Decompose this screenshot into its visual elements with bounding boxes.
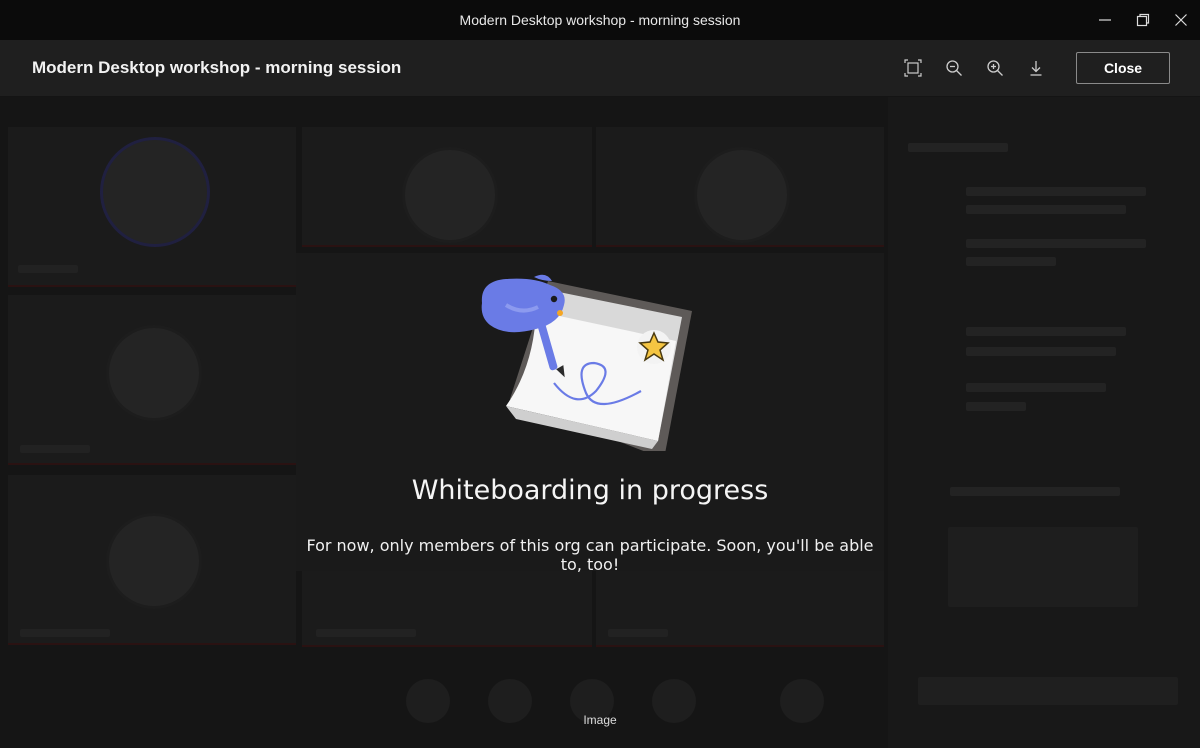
participant-name-placeholder bbox=[20, 445, 90, 453]
restore-icon bbox=[1136, 13, 1150, 27]
avatar bbox=[106, 325, 202, 421]
download-button[interactable] bbox=[1025, 57, 1047, 79]
participant-tile bbox=[8, 475, 296, 645]
dialog-message: For now, only members of this org can pa… bbox=[306, 536, 874, 574]
participant-name-placeholder bbox=[20, 629, 110, 637]
minimize-icon bbox=[1099, 19, 1111, 21]
chat-line bbox=[966, 347, 1116, 356]
zoom-out-icon bbox=[946, 60, 962, 76]
window-titlebar: Modern Desktop workshop - morning sessio… bbox=[0, 0, 1200, 40]
participant-tile bbox=[8, 295, 296, 465]
participant-tile bbox=[302, 127, 592, 247]
participant-tile bbox=[596, 127, 884, 247]
participant-tile bbox=[302, 567, 592, 647]
participant-tile bbox=[596, 567, 884, 647]
chat-line bbox=[966, 383, 1106, 392]
panel-heading-placeholder bbox=[908, 143, 1008, 152]
chat-line bbox=[966, 402, 1026, 411]
restore-button[interactable] bbox=[1124, 0, 1162, 40]
zoom-in-button[interactable] bbox=[984, 57, 1006, 79]
chat-line bbox=[966, 187, 1146, 196]
close-button[interactable]: Close bbox=[1076, 52, 1170, 84]
avatar bbox=[106, 513, 202, 609]
download-icon bbox=[1030, 61, 1042, 76]
chat-image-placeholder bbox=[948, 527, 1138, 607]
chat-line bbox=[966, 239, 1146, 248]
window-close-button[interactable] bbox=[1162, 0, 1200, 40]
chat-line bbox=[966, 327, 1126, 336]
fit-to-frame-button[interactable] bbox=[902, 57, 924, 79]
zoom-out-button[interactable] bbox=[943, 57, 965, 79]
window-title: Modern Desktop workshop - morning sessio… bbox=[459, 12, 741, 28]
whiteboard-bird-illustration bbox=[481, 274, 692, 451]
meeting-chat-panel bbox=[888, 97, 1200, 748]
whiteboard-notice-card: Whiteboarding in progress For now, only … bbox=[296, 253, 884, 574]
fit-to-frame-icon bbox=[904, 59, 922, 77]
avatar bbox=[694, 147, 790, 243]
participant-name-placeholder bbox=[608, 629, 668, 637]
chat-line bbox=[966, 205, 1126, 214]
avatar bbox=[402, 147, 498, 243]
compose-box-placeholder bbox=[918, 677, 1178, 705]
avatar bbox=[100, 137, 210, 247]
window-controls bbox=[1086, 0, 1200, 40]
chat-line bbox=[966, 257, 1056, 266]
chat-line bbox=[950, 487, 1120, 496]
viewer-header: Modern Desktop workshop - morning sessio… bbox=[0, 40, 1200, 97]
zoom-in-icon bbox=[987, 60, 1003, 76]
viewer-title: Modern Desktop workshop - morning sessio… bbox=[32, 58, 402, 77]
minimize-button[interactable] bbox=[1086, 0, 1124, 40]
participant-tile bbox=[8, 127, 296, 287]
dialog-headline: Whiteboarding in progress bbox=[411, 475, 769, 506]
participant-name-placeholder bbox=[316, 629, 416, 637]
close-icon bbox=[1175, 14, 1187, 26]
participant-name-placeholder bbox=[18, 265, 78, 273]
image-caption: Image bbox=[583, 713, 617, 727]
